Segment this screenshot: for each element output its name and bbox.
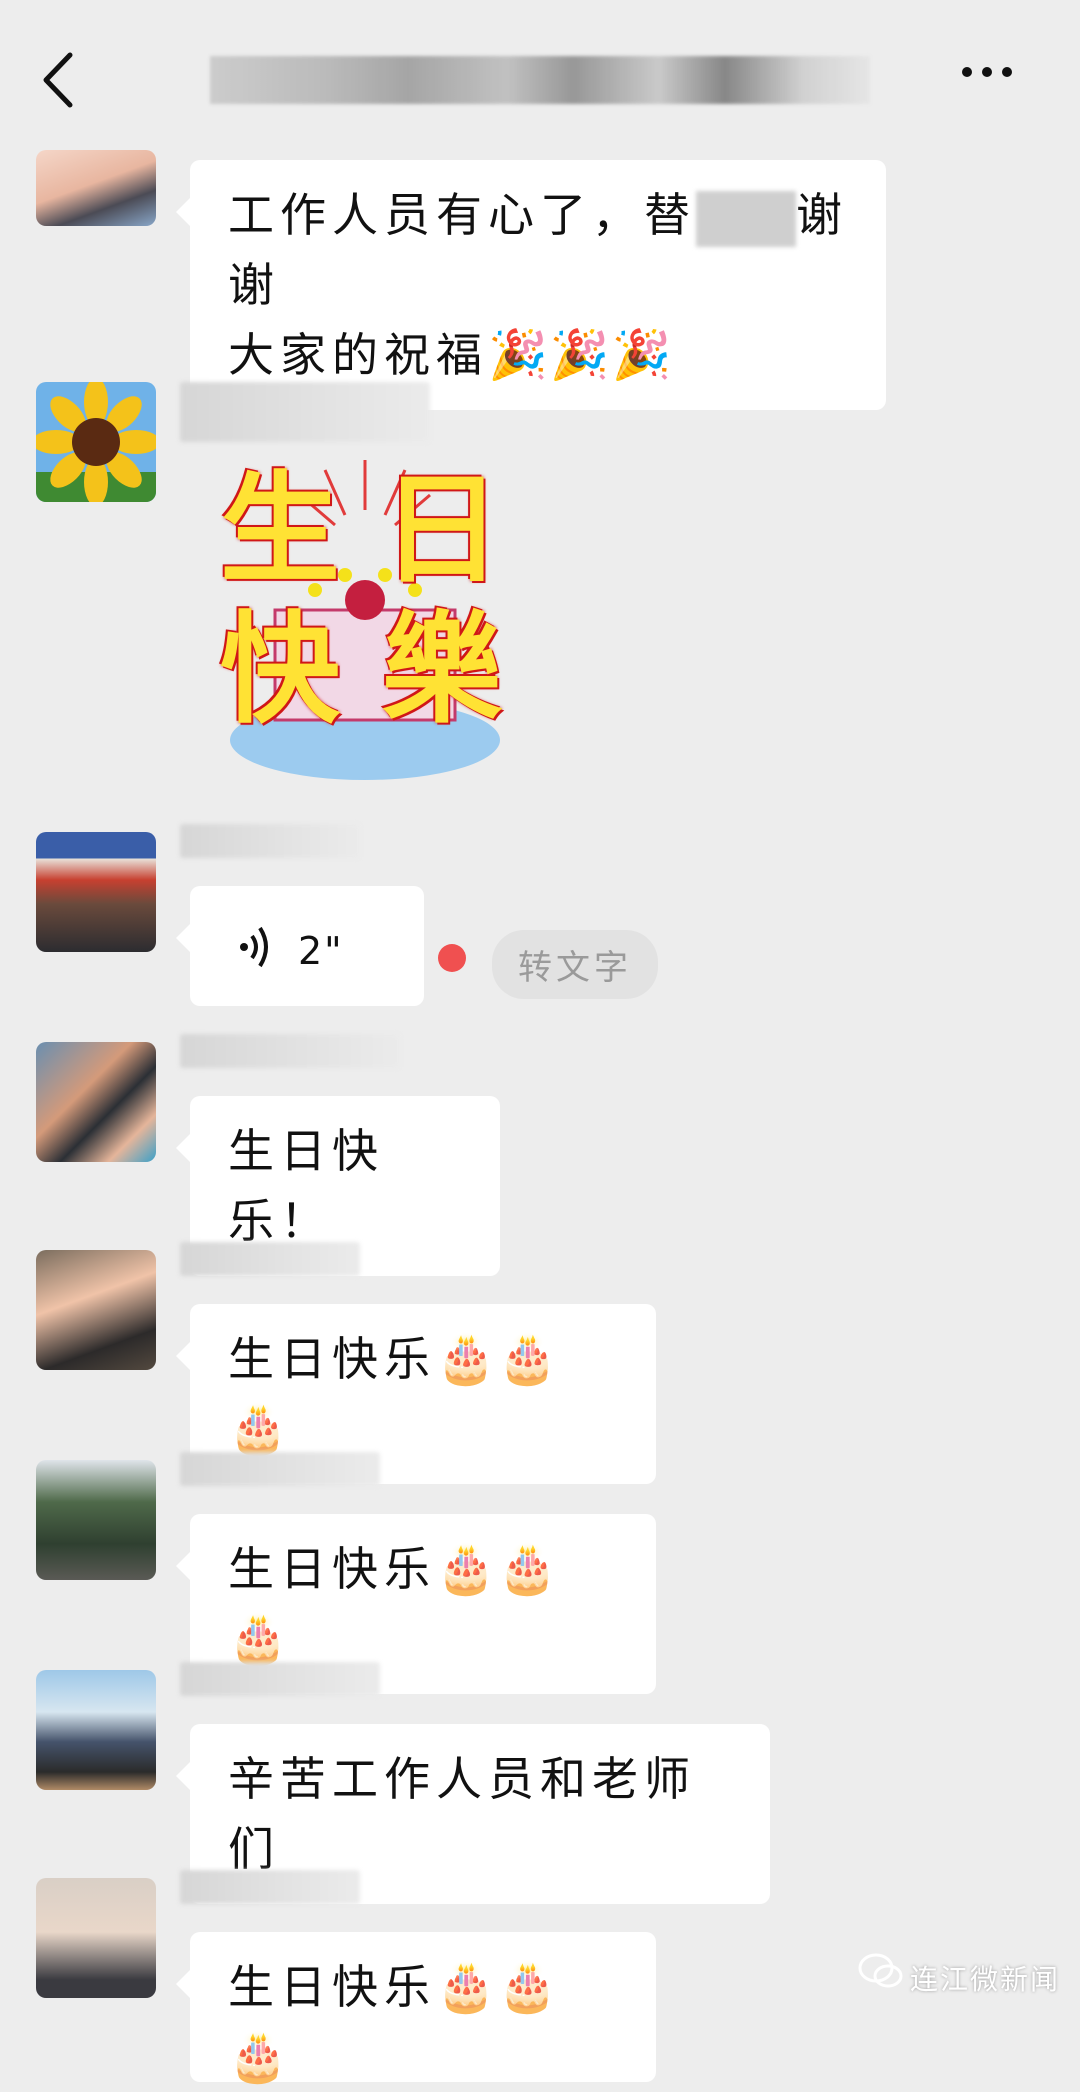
avatar[interactable] xyxy=(36,1670,156,1790)
avatar[interactable] xyxy=(36,150,156,226)
sticker-line: 生 日 xyxy=(220,459,502,600)
avatar[interactable] xyxy=(36,382,156,502)
wechat-logo-icon xyxy=(858,1952,908,1992)
message-bubble[interactable]: 生日快乐🎂🎂🎂 xyxy=(176,1932,656,2085)
sender-name-blurred xyxy=(180,1242,360,1276)
message-text: 工作人员有心了，替 xyxy=(228,188,696,242)
sender-name-blurred xyxy=(180,1662,380,1696)
sunflower-avatar-icon xyxy=(36,382,156,502)
avatar[interactable] xyxy=(36,1250,156,1370)
avatar[interactable] xyxy=(36,1878,156,1998)
avatar[interactable] xyxy=(36,1460,156,1580)
message-text: 辛苦工作人员和老师们 xyxy=(228,1752,696,1876)
chat-header xyxy=(0,0,1080,150)
sender-name-blurred xyxy=(180,1870,360,1904)
sender-name-blurred xyxy=(180,1034,400,1068)
message-text: 生日快乐 xyxy=(228,1332,436,1386)
watermark-text: 连江微新闻 xyxy=(910,1963,1061,1996)
more-options-icon[interactable] xyxy=(962,62,1032,92)
chat-title-blurred xyxy=(210,56,870,104)
unread-dot xyxy=(438,944,466,972)
message-text: 生日快乐 xyxy=(228,1542,436,1596)
back-chevron-icon[interactable] xyxy=(34,45,94,115)
convert-to-text-button[interactable]: 转文字 xyxy=(492,930,658,999)
sender-name-blurred xyxy=(180,1452,380,1486)
message-text: 大家的祝福 xyxy=(228,328,488,382)
message-text: 生日快乐！ xyxy=(228,1124,384,1248)
party-popper-emoji: 🎉🎉🎉 xyxy=(488,327,674,383)
message-bubble[interactable]: 工作人员有心了，替 谢谢 大家的祝福🎉🎉🎉 xyxy=(176,160,886,410)
message-text: 生日快乐 xyxy=(228,1960,436,2014)
avatar[interactable] xyxy=(36,832,156,952)
sticker-text: 生 日 快 樂 xyxy=(220,460,540,740)
voice-duration: 2" xyxy=(298,929,344,973)
sticker-line: 快 樂 xyxy=(220,599,502,740)
voice-wave-icon xyxy=(240,926,268,968)
redacted-blur xyxy=(696,190,796,247)
voice-message-bubble[interactable]: 2" xyxy=(176,886,424,1006)
sender-name-blurred xyxy=(180,382,430,442)
avatar[interactable] xyxy=(36,1042,156,1162)
sender-name-blurred xyxy=(180,824,360,858)
